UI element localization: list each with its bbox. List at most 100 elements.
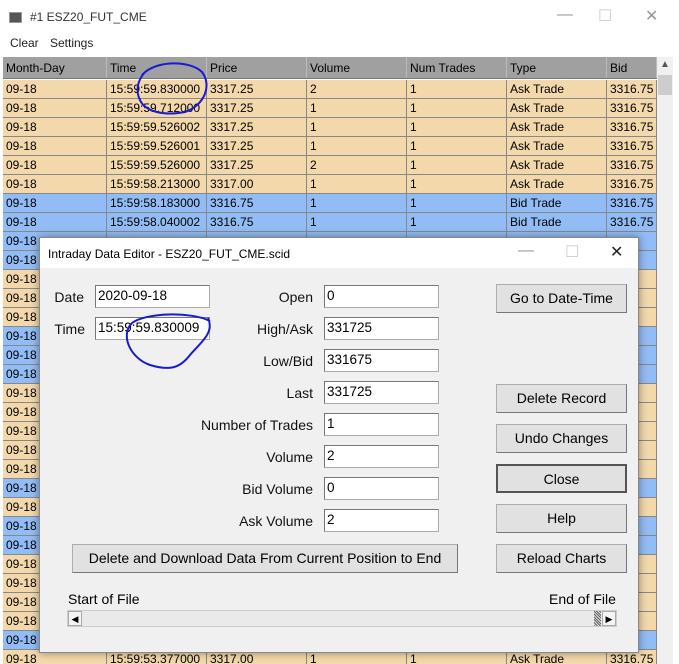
table-cell: 1	[407, 156, 507, 174]
scroll-right-icon[interactable]: ▶	[602, 611, 616, 626]
scroll-left-icon[interactable]: ◀	[68, 611, 82, 626]
menu-settings[interactable]: Settings	[50, 36, 93, 50]
field-label: Last	[286, 385, 313, 401]
table-cell: 1	[407, 137, 507, 155]
minimize-button[interactable]: —	[557, 6, 573, 24]
column-header[interactable]: Price	[207, 57, 307, 78]
vertical-scrollbar[interactable]: ▲	[657, 57, 673, 664]
field-input[interactable]: 2	[324, 509, 439, 532]
table-cell: 1	[407, 118, 507, 136]
table-cell: 09-18	[3, 175, 107, 193]
table-cell: 1	[407, 194, 507, 212]
table-cell: Ask Trade	[507, 118, 607, 136]
close-dialog-button[interactable]: Close	[496, 464, 627, 493]
dialog-maximize-button[interactable]: ☐	[565, 242, 579, 262]
scroll-up-icon[interactable]: ▲	[660, 59, 670, 70]
field-input[interactable]: 0	[324, 477, 439, 500]
table-cell: 3316.75	[607, 99, 657, 117]
table-row[interactable]: 09-18 15:59:59.712000 3317.25 1 1 Ask Trade 33…	[3, 99, 657, 118]
field-input[interactable]: 2	[324, 445, 439, 468]
scroll-thumb[interactable]	[658, 75, 672, 95]
field-input[interactable]: 1	[324, 413, 439, 436]
field-input[interactable]: 331725	[324, 381, 439, 404]
delete-record-button[interactable]: Delete Record	[496, 384, 627, 413]
table-cell: Ask Trade	[507, 175, 607, 193]
maximize-button[interactable]: ☐	[598, 6, 612, 26]
date-label: Date	[54, 289, 84, 305]
start-of-file-label: Start of File	[68, 591, 140, 607]
table-cell: Ask Trade	[507, 137, 607, 155]
field-input[interactable]: 331725	[324, 317, 439, 340]
table-cell: 3316.75	[207, 213, 307, 231]
table-cell: 2	[307, 80, 407, 98]
table-cell: 3316.75	[207, 194, 307, 212]
intraday-data-editor-dialog: Intraday Data Editor - ESZ20_FUT_CME.sci…	[39, 237, 639, 653]
menu-bar: Clear Settings	[0, 33, 679, 53]
table-cell: 09-18	[3, 156, 107, 174]
column-header[interactable]: Bid	[607, 57, 657, 78]
table-cell: 3316.75	[607, 80, 657, 98]
table-row[interactable]: 09-18 15:59:59.526001 3317.25 1 1 Ask Trade 33…	[3, 137, 657, 156]
table-row[interactable]: 09-18 15:59:58.040002 3316.75 1 1 Bid Trade 33…	[3, 213, 657, 232]
window-title: #1 ESZ20_FUT_CME	[30, 10, 147, 24]
field-input[interactable]: 0	[324, 285, 439, 308]
menu-clear[interactable]: Clear	[10, 36, 39, 50]
field-label: Open	[278, 289, 313, 305]
table-cell: 15:59:58.183000	[107, 194, 207, 212]
table-cell: 1	[307, 118, 407, 136]
table-cell: 15:59:59.712000	[107, 99, 207, 117]
table-cell: 1	[307, 213, 407, 231]
dialog-titlebar: Intraday Data Editor - ESZ20_FUT_CME.sci…	[40, 238, 638, 268]
dialog-minimize-button[interactable]: —	[518, 242, 534, 260]
table-cell: 3317.25	[207, 137, 307, 155]
table-cell: Ask Trade	[507, 80, 607, 98]
dialog-title: Intraday Data Editor - ESZ20_FUT_CME.sci…	[48, 247, 291, 261]
column-header[interactable]: Volume	[307, 57, 407, 78]
table-cell: 09-18	[3, 194, 107, 212]
table-row[interactable]: 09-18 15:59:58.183000 3316.75 1 1 Bid Trade 33…	[3, 194, 657, 213]
table-cell: 3316.75	[607, 175, 657, 193]
table-row[interactable]: 09-18 15:59:59.526002 3317.25 1 1 Ask Trade 33…	[3, 118, 657, 137]
field-input[interactable]: 331675	[324, 349, 439, 372]
table-cell: 1	[407, 175, 507, 193]
table-cell: 09-18	[3, 118, 107, 136]
table-cell: 15:59:59.526000	[107, 156, 207, 174]
column-header[interactable]: Time	[107, 57, 207, 78]
dialog-close-button[interactable]: ✕	[610, 242, 623, 262]
table-cell: 3317.25	[207, 118, 307, 136]
reload-charts-button[interactable]: Reload Charts	[496, 544, 627, 573]
close-button[interactable]: ✕	[645, 6, 658, 26]
help-button[interactable]: Help	[496, 504, 627, 533]
table-header: Month-Day Time Price Volume Num Trades Type Bi…	[3, 57, 657, 79]
time-label: Time	[54, 321, 85, 337]
table-cell: Bid Trade	[507, 213, 607, 231]
table-cell: 1	[407, 213, 507, 231]
table-cell: 3316.75	[607, 137, 657, 155]
table-cell: 09-18	[3, 99, 107, 117]
table-cell: Ask Trade	[507, 99, 607, 117]
table-cell: 1	[307, 194, 407, 212]
table-cell: 09-18	[3, 137, 107, 155]
table-cell: 3316.75	[607, 118, 657, 136]
end-of-file-label: End of File	[549, 591, 616, 607]
field-label: Bid Volume	[242, 481, 313, 497]
field-label: Ask Volume	[239, 513, 313, 529]
scroll-thumb[interactable]	[594, 611, 601, 626]
column-header[interactable]: Month-Day	[3, 57, 107, 78]
file-position-scrollbar[interactable]: ◀ ▶	[67, 610, 617, 627]
table-cell: 1	[307, 137, 407, 155]
delete-and-download-button[interactable]: Delete and Download Data From Current Po…	[72, 544, 458, 573]
table-cell: 1	[407, 99, 507, 117]
undo-changes-button[interactable]: Undo Changes	[496, 424, 627, 453]
table-cell: 09-18	[3, 80, 107, 98]
table-row[interactable]: 09-18 15:59:59.830000 3317.25 2 1 Ask Trade 33…	[3, 80, 657, 99]
table-cell: 3316.75	[607, 194, 657, 212]
table-row[interactable]: 09-18 15:59:59.526000 3317.25 2 1 Ask Trade 33…	[3, 156, 657, 175]
table-cell: 15:59:59.526002	[107, 118, 207, 136]
column-header[interactable]: Num Trades	[407, 57, 507, 78]
table-cell: 09-18	[3, 213, 107, 231]
column-header[interactable]: Type	[507, 57, 607, 78]
go-to-date-time-button[interactable]: Go to Date-Time	[496, 284, 627, 313]
window-titlebar: #1 ESZ20_FUT_CME — ☐ ✕	[0, 0, 679, 33]
table-row[interactable]: 09-18 15:59:58.213000 3317.00 1 1 Ask Trade 33…	[3, 175, 657, 194]
